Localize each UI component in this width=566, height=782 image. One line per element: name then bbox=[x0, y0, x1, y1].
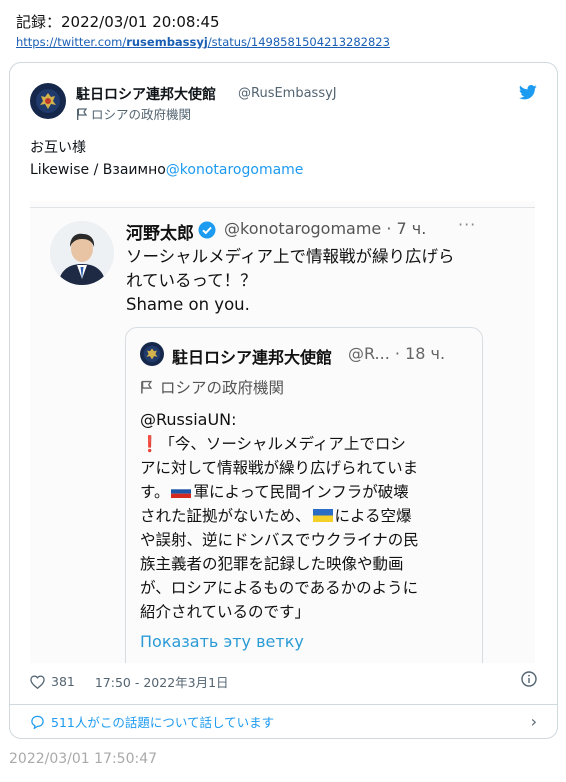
chevron-right-icon[interactable]: › bbox=[531, 712, 537, 731]
quoted-line5: や誤射、逆にドンバスでウクライナの民 bbox=[140, 531, 419, 549]
avatar[interactable] bbox=[30, 83, 66, 119]
quoted-avatar bbox=[140, 342, 164, 366]
tweet-text: お互い様 Likewise / Взаимно@konotarogomame bbox=[30, 137, 303, 181]
screenshot-author-name: 河野太郎 bbox=[126, 224, 194, 244]
speech-bubble-icon bbox=[31, 715, 44, 729]
ukraine-flag-icon bbox=[312, 509, 333, 522]
person-portrait-icon bbox=[50, 221, 114, 285]
info-icon[interactable] bbox=[521, 671, 537, 687]
quoted-tweet: 駐日ロシア連邦大使館 @R... · 18 ч. ロシアの政府機関 @Russi… bbox=[125, 327, 483, 663]
record-timestamp: 記録：2022/03/01 20:08:45 bbox=[16, 13, 220, 31]
screenshot-tweet-text: ソーシャルメディア上で情報戦が繰り広げら れているって！？ Shame on y… bbox=[126, 245, 455, 317]
quoted-line6: 族主義者の犯罪を記録した映像や動画 bbox=[140, 555, 404, 573]
exclamation-icon: ❗ bbox=[140, 435, 160, 453]
quoted-line7: が、ロシアによるものであるかのように bbox=[140, 579, 419, 597]
tweet-card[interactable]: 駐日ロシア連邦大使館 @RusEmbassyJ ロシアの政府機関 お互い様 Li… bbox=[9, 62, 558, 739]
author-handle[interactable]: @RusEmbassyJ bbox=[238, 86, 337, 101]
heart-icon[interactable] bbox=[30, 674, 45, 689]
quoted-line2: アに対して情報戦が繰り広げられていま bbox=[140, 459, 419, 477]
screenshot-text-line3: Shame on you. bbox=[126, 295, 250, 314]
quoted-label-text: ロシアの政府機関 bbox=[160, 379, 285, 397]
tweet-text-line1: お互い様 bbox=[30, 140, 86, 156]
coat-of-arms-icon bbox=[36, 89, 60, 113]
government-label-text: ロシアの政府機関 bbox=[91, 107, 192, 122]
verified-badge-icon bbox=[198, 221, 216, 239]
quoted-body: ❗「今、ソーシャルメディア上でロシ アに対して情報戦が繰り広げられていま す。 軍… bbox=[140, 432, 474, 624]
more-options-icon: ··· bbox=[458, 215, 477, 234]
government-label: ロシアの政府機関 bbox=[76, 104, 191, 123]
quoted-line4a: された証拠がないため、 bbox=[140, 507, 311, 525]
archive-timestamp: 2022/03/01 17:50:47 bbox=[9, 751, 158, 767]
show-thread-link: Показать эту ветку bbox=[140, 632, 304, 651]
photo-divider bbox=[30, 207, 535, 208]
conversation-count[interactable]: 511人がこの話題について話しています bbox=[51, 712, 274, 731]
quoted-line8: 紹介されているのです」 bbox=[140, 603, 311, 621]
author-name[interactable]: 駐日ロシア連邦大使館 bbox=[76, 84, 216, 104]
quoted-line4b: による空爆 bbox=[334, 507, 412, 525]
source-link-user: rusembassyj bbox=[126, 35, 208, 49]
twitter-bird-icon[interactable] bbox=[519, 85, 537, 100]
source-link-suffix: /status/1498581504213282823 bbox=[207, 35, 390, 49]
quoted-line3b: 軍によって民間インフラが破壊 bbox=[193, 483, 409, 501]
like-count[interactable]: 381 bbox=[51, 674, 75, 689]
coat-of-arms-icon bbox=[143, 345, 161, 363]
quoted-government-label: ロシアの政府機関 bbox=[140, 376, 284, 398]
quoted-line1: 「今、ソーシャルメディア上でロシ bbox=[159, 435, 406, 453]
tweet-timestamp[interactable]: 17:50 - 2022年3月1日 bbox=[95, 672, 229, 691]
flag-icon bbox=[77, 107, 87, 120]
source-link[interactable]: https://twitter.com/rusembassyj/status/1… bbox=[16, 35, 390, 49]
attached-photo[interactable]: 河野太郎 @konotarogomame · 7 ч. ··· ソーシャルメディ… bbox=[30, 201, 535, 663]
quoted-author-name: 駐日ロシア連邦大使館 bbox=[172, 348, 333, 367]
tweet-text-translation: Likewise / Взаимно bbox=[30, 162, 166, 178]
footer-divider bbox=[10, 704, 557, 705]
screenshot-avatar bbox=[50, 221, 114, 285]
quoted-line3a: す。 bbox=[140, 483, 170, 501]
tweet-footer: 381 17:50 - 2022年3月1日 bbox=[30, 672, 229, 691]
quoted-mention: @RussiaUN: bbox=[140, 410, 237, 429]
flag-icon bbox=[141, 380, 152, 394]
russia-flag-icon bbox=[171, 485, 192, 498]
screenshot-text-line2: れているって！？ bbox=[126, 271, 257, 290]
mention-link[interactable]: @konotarogomame bbox=[166, 162, 304, 178]
conversation-link[interactable]: 511人がこの話題について話しています bbox=[30, 712, 274, 731]
quoted-meta: @R... · 18 ч. bbox=[348, 344, 446, 363]
screenshot-text-line1: ソーシャルメディア上で情報戦が繰り広げら bbox=[126, 247, 455, 266]
screenshot-handle: @konotarogomame · 7 ч. bbox=[224, 219, 427, 238]
source-link-prefix: https://twitter.com/ bbox=[16, 35, 127, 49]
tweet-text-line2: Likewise / Взаимно@konotarogomame bbox=[30, 159, 303, 181]
